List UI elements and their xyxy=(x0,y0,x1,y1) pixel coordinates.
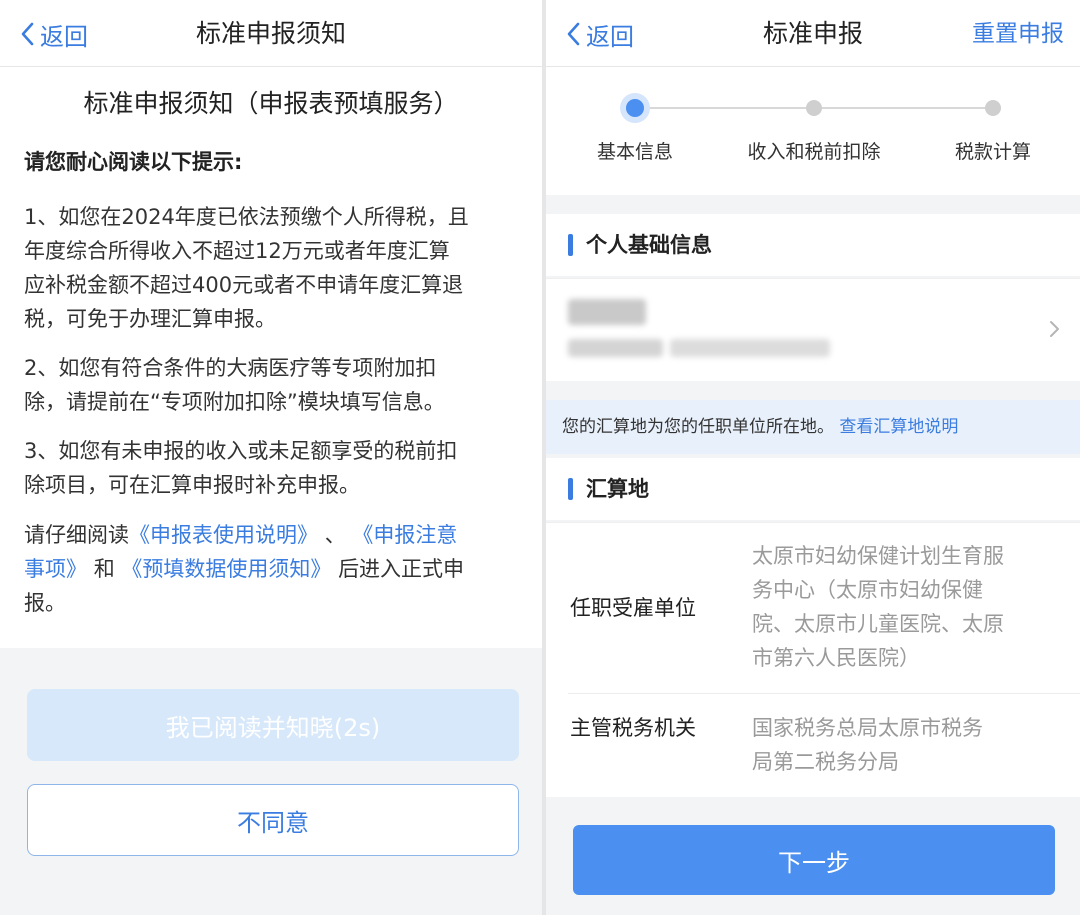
employer-value: 太原市妇幼保健计划生育服 务中心（太原市妇幼保健 院、太原市儿童医院、太原 市第… xyxy=(752,544,1004,670)
section-marker xyxy=(568,234,573,256)
doc-title: 标准申报须知（申报表预填服务） xyxy=(83,89,459,118)
settlement-details: 任职受雇单位 太原市妇幼保健计划生育服 务中心（太原市妇幼保健 院、太原市儿童医… xyxy=(546,522,1080,797)
redacted-id xyxy=(670,339,830,357)
employer-label: 任职受雇单位 xyxy=(570,596,696,620)
section-title: 个人基础信息 xyxy=(586,233,712,257)
step-label-tax-calc[interactable]: 税款计算 xyxy=(893,139,1080,165)
step-dot-income xyxy=(806,100,822,116)
reset-filing-button[interactable]: 重置申报 xyxy=(972,14,1064,54)
redacted-id xyxy=(568,339,663,357)
section-marker xyxy=(568,478,573,500)
left-header: 返回 标准申报须知 xyxy=(0,0,542,67)
notice-text: 您的汇算地为您的任职单位所在地。 xyxy=(562,417,834,437)
link-filing-notes-cont[interactable]: 事项》 xyxy=(24,557,87,581)
tax-office-label: 主管税务机关 xyxy=(570,716,696,740)
notice-screen: 返回 标准申报须知 标准申报须知（申报表预填服务） 请您耐心阅读以下提示: 1、… xyxy=(0,0,542,915)
row-divider xyxy=(568,693,1080,694)
step-connector xyxy=(814,107,993,109)
filing-screen: 返回 标准申报 重置申报 基本信息 收入和税前扣除 税款计算 个人基础信息 您的… xyxy=(546,0,1080,915)
personal-info-row[interactable] xyxy=(546,278,1080,381)
paragraph-3: 3、如您有未申报的收入或未足额享受的税前扣 除项目，可在汇算申报时补充申报。 xyxy=(24,439,458,497)
step-dot-basic-info xyxy=(626,99,644,117)
doc-intro: 请您耐心阅读以下提示: xyxy=(24,150,243,174)
settlement-notice: 您的汇算地为您的任职单位所在地。 查看汇算地说明 xyxy=(546,400,1080,454)
link-filing-notes[interactable]: 《申报注意 xyxy=(352,523,457,547)
paragraph-1: 1、如您在2024年度已依法预缴个人所得税，且 年度综合所得收入不超过12万元或… xyxy=(24,205,469,331)
disagree-button[interactable]: 不同意 xyxy=(27,784,519,856)
tax-office-value: 国家税务总局太原市税务 局第二税务分局 xyxy=(752,716,983,774)
step-dot-tax-calc xyxy=(985,100,1001,116)
read-and-acknowledge-button[interactable]: 我已阅读并知晓(2s) xyxy=(27,689,519,761)
left-header-title: 标准申报须知 xyxy=(195,19,346,48)
next-step-button[interactable]: 下一步 xyxy=(573,825,1055,895)
right-header: 返回 标准申报 重置申报 xyxy=(546,0,1080,67)
redacted-name xyxy=(568,299,646,325)
step-connector xyxy=(635,107,814,109)
paragraph-4: 请仔细阅读《申报表使用说明》 、 《申报注意 事项》 和 《预填数据使用须知》 … xyxy=(24,523,465,615)
step-label-basic-info[interactable]: 基本信息 xyxy=(546,139,735,165)
progress-stepper: 基本信息 收入和税前扣除 税款计算 xyxy=(546,67,1080,195)
paragraph-2: 2、如您有符合条件的大病医疗等专项附加扣 除，请提前在“专项附加扣除”模块填写信… xyxy=(24,356,445,414)
link-form-instructions[interactable]: 《申报表使用说明》 xyxy=(129,523,318,547)
section-settlement: 汇算地 xyxy=(546,458,1080,520)
chevron-right-icon xyxy=(1050,321,1059,337)
view-settlement-info-link[interactable]: 查看汇算地说明 xyxy=(839,417,958,437)
section-personal-info: 个人基础信息 xyxy=(546,214,1080,276)
link-prefill-data-notice[interactable]: 《预填数据使用须知》 xyxy=(121,557,331,581)
step-label-income[interactable]: 收入和税前扣除 xyxy=(714,139,914,165)
section-title: 汇算地 xyxy=(586,477,649,501)
